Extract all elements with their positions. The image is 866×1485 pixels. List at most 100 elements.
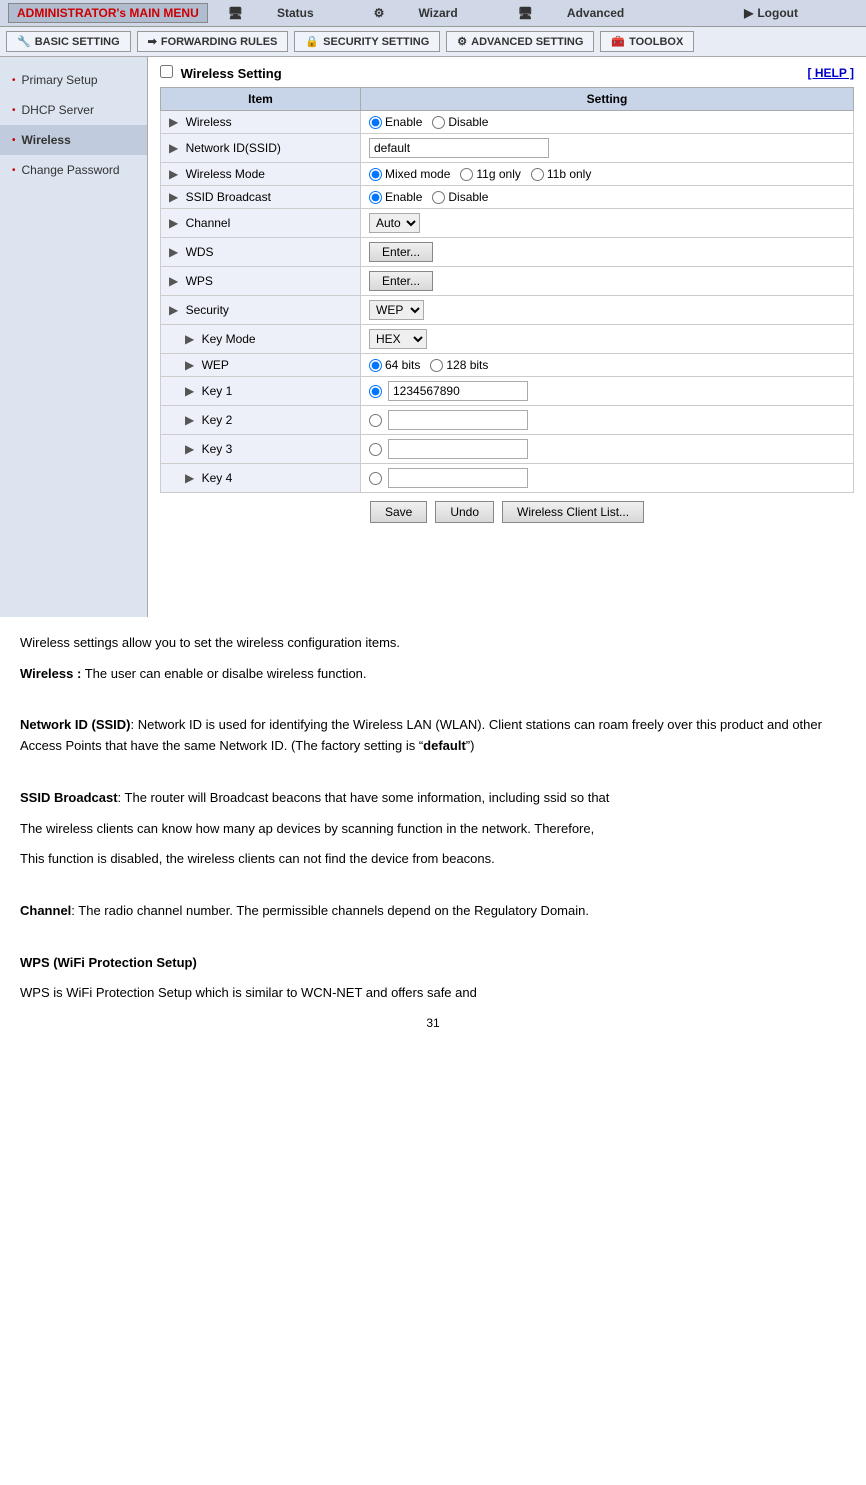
table-row: ▶ Key 3 xyxy=(161,435,854,464)
col-header-item: Item xyxy=(161,88,361,111)
sidebar-label-dhcp: DHCP Server xyxy=(22,103,94,117)
wps-heading: WPS (WiFi Protection Setup) xyxy=(20,955,197,970)
wizard-icon: ⚙ xyxy=(374,6,385,20)
toolbox-btn[interactable]: 🧰 TOOLBOX xyxy=(600,31,694,52)
help-link[interactable]: [ HELP ] xyxy=(808,66,854,80)
setting-key-mode: HEX ASCII xyxy=(361,325,854,354)
network-id-section: Network ID (SSID): Network ID is used fo… xyxy=(20,715,846,757)
advanced-link[interactable]: 🖥 Advanced xyxy=(518,6,655,20)
item-label-ssid-broadcast: ▶ SSID Broadcast xyxy=(161,186,361,209)
wireless-description: The user can enable or disalbe wireless … xyxy=(85,666,367,681)
key-mode-select[interactable]: HEX ASCII xyxy=(369,329,427,349)
item-label-wireless-mode: ▶ Wireless Mode xyxy=(161,163,361,186)
wireless-enable-radio[interactable] xyxy=(369,116,382,129)
ssid-broadcast-disable-radio[interactable] xyxy=(432,191,445,204)
second-navigation: 🔧 BASIC SETTING ➡ FORWARDING RULES 🔒 SEC… xyxy=(0,27,866,57)
ssid-broadcast-disable-label[interactable]: Disable xyxy=(432,190,488,204)
mixed-mode-radio[interactable] xyxy=(369,168,382,181)
item-label-wireless: ▶ Wireless xyxy=(161,111,361,134)
security-select[interactable]: WEP WPA None xyxy=(369,300,424,320)
setting-wds: Enter... xyxy=(361,238,854,267)
advanced-setting-btn[interactable]: ⚙ ADVANCED SETTING xyxy=(446,31,594,52)
key2-input[interactable] xyxy=(388,410,528,430)
64bits-label[interactable]: 64 bits xyxy=(369,358,420,372)
11g-only-label[interactable]: 11g only xyxy=(460,167,520,181)
key1-radio[interactable] xyxy=(369,385,382,398)
sidebar-label-wireless: Wireless xyxy=(22,133,71,147)
setting-wireless: Enable Disable xyxy=(361,111,854,134)
table-row: ▶ SSID Broadcast Enable Disable xyxy=(161,186,854,209)
mixed-mode-label[interactable]: Mixed mode xyxy=(369,167,450,181)
setting-ssid-broadcast: Enable Disable xyxy=(361,186,854,209)
sidebar-item-primary-setup[interactable]: Primary Setup xyxy=(0,65,147,95)
wds-enter-button[interactable]: Enter... xyxy=(369,242,433,262)
col-header-setting: Setting xyxy=(361,88,854,111)
table-row: ▶ WPS Enter... xyxy=(161,267,854,296)
setting-ssid xyxy=(361,134,854,163)
network-id-heading: Network ID (SSID) xyxy=(20,717,131,732)
status-icon: 🖥 xyxy=(228,6,243,20)
item-label-ssid: ▶ Network ID(SSID) xyxy=(161,134,361,163)
key2-radio[interactable] xyxy=(369,414,382,427)
wps-section: WPS (WiFi Protection Setup) xyxy=(20,953,846,974)
setting-security: WEP WPA None xyxy=(361,296,854,325)
section-title-text: Wireless Setting xyxy=(160,65,282,81)
table-row: ▶ Wireless Mode Mixed mode 11g only 11b … xyxy=(161,163,854,186)
table-row: ▶ Key 4 xyxy=(161,464,854,493)
ssid-broadcast-text3: This function is disabled, the wireless … xyxy=(20,849,846,870)
action-row: Save Undo Wireless Client List... xyxy=(160,493,854,531)
ssid-broadcast-enable-radio[interactable] xyxy=(369,191,382,204)
table-row: ▶ Key 1 xyxy=(161,377,854,406)
11b-only-radio[interactable] xyxy=(531,168,544,181)
table-row: ▶ Wireless Enable Disable xyxy=(161,111,854,134)
wireless-enable-radio-label[interactable]: Enable xyxy=(369,115,422,129)
sidebar-item-wireless[interactable]: Wireless xyxy=(0,125,147,155)
11g-only-radio[interactable] xyxy=(460,168,473,181)
status-link[interactable]: 🖥 Status xyxy=(228,6,344,20)
body-text-area: Wireless settings allow you to set the w… xyxy=(0,617,866,1059)
key4-input[interactable] xyxy=(388,468,528,488)
sidebar-item-dhcp-server[interactable]: DHCP Server xyxy=(0,95,147,125)
64bits-radio[interactable] xyxy=(369,359,382,372)
wireless-section: Wireless : The user can enable or disalb… xyxy=(20,664,846,685)
key1-input[interactable] xyxy=(388,381,528,401)
setting-wps: Enter... xyxy=(361,267,854,296)
key4-radio[interactable] xyxy=(369,472,382,485)
sidebar-item-change-password[interactable]: Change Password xyxy=(0,155,147,185)
undo-button[interactable]: Undo xyxy=(435,501,494,523)
item-label-key4: ▶ Key 4 xyxy=(161,464,361,493)
logout-link[interactable]: ▶ Logout xyxy=(744,6,828,20)
table-row: ▶ Key Mode HEX ASCII xyxy=(161,325,854,354)
item-label-wps: ▶ WPS xyxy=(161,267,361,296)
table-row: ▶ Channel Auto 123 456 xyxy=(161,209,854,238)
forwarding-icon: ➡ xyxy=(148,35,157,48)
advanced-icon: 🖥 xyxy=(518,6,533,20)
ssid-broadcast-enable-label[interactable]: Enable xyxy=(369,190,422,204)
sidebar: Primary Setup DHCP Server Wireless Chang… xyxy=(0,57,148,617)
sidebar-label-primary: Primary Setup xyxy=(22,73,98,87)
table-row: ▶ WDS Enter... xyxy=(161,238,854,267)
11b-only-label[interactable]: 11b only xyxy=(531,167,591,181)
security-setting-btn[interactable]: 🔒 SECURITY SETTING xyxy=(294,31,440,52)
wizard-link[interactable]: ⚙ Wizard xyxy=(374,6,488,20)
table-row: ▶ WEP 64 bits 128 bits xyxy=(161,354,854,377)
wps-enter-button[interactable]: Enter... xyxy=(369,271,433,291)
channel-select[interactable]: Auto 123 456 xyxy=(369,213,420,233)
wps-text: WPS is WiFi Protection Setup which is si… xyxy=(20,983,846,1004)
key3-input[interactable] xyxy=(388,439,528,459)
item-label-key1: ▶ Key 1 xyxy=(161,377,361,406)
basic-setting-btn[interactable]: 🔧 BASIC SETTING xyxy=(6,31,131,52)
save-button[interactable]: Save xyxy=(370,501,427,523)
main-layout: Primary Setup DHCP Server Wireless Chang… xyxy=(0,57,866,617)
setting-wep-bits: 64 bits 128 bits xyxy=(361,354,854,377)
ssid-input[interactable] xyxy=(369,138,549,158)
wireless-disable-radio[interactable] xyxy=(432,116,445,129)
128bits-label[interactable]: 128 bits xyxy=(430,358,488,372)
wireless-setting-checkbox[interactable] xyxy=(160,65,173,78)
key3-radio[interactable] xyxy=(369,443,382,456)
wireless-client-list-button[interactable]: Wireless Client List... xyxy=(502,501,644,523)
128bits-radio[interactable] xyxy=(430,359,443,372)
ssid-broadcast-heading: SSID Broadcast xyxy=(20,790,118,805)
forwarding-rules-btn[interactable]: ➡ FORWARDING RULES xyxy=(137,31,289,52)
wireless-disable-radio-label[interactable]: Disable xyxy=(432,115,488,129)
